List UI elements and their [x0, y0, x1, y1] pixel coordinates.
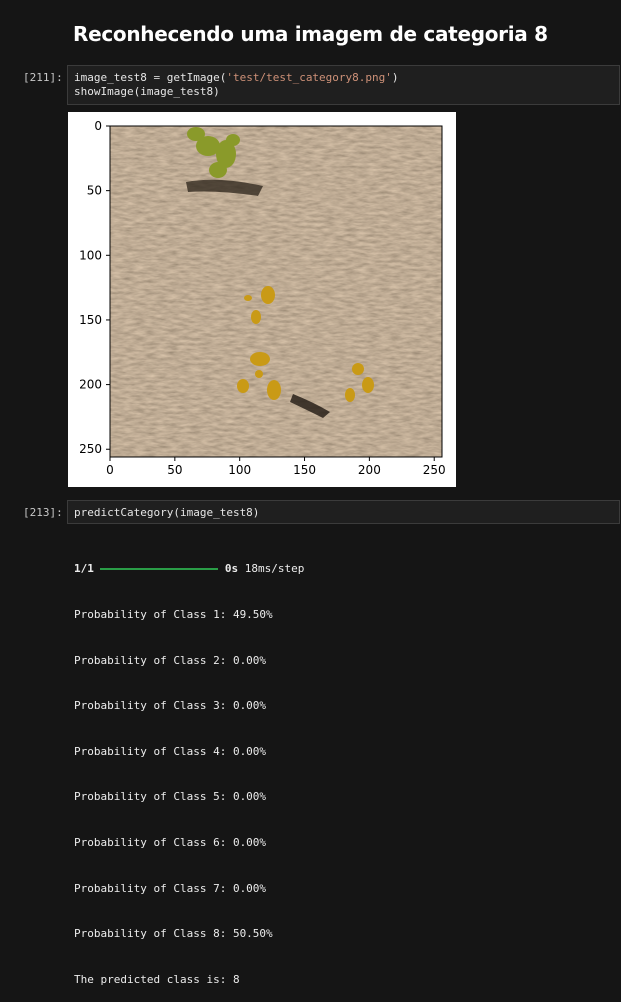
- code-cell-predict[interactable]: predictCategory(image_test8): [67, 500, 620, 524]
- output-line: Probability of Class 4: 0.00%: [74, 744, 267, 758]
- output-line: The predicted class is: 8: [74, 972, 240, 986]
- y-tick-label: 0: [94, 119, 102, 133]
- y-tick-label: 50: [87, 184, 102, 198]
- y-tick-label: 100: [79, 248, 102, 262]
- output-line: Probability of Class 1: 49.50%: [74, 608, 273, 622]
- image-plot-svg: 0 50 100 150 200 250 0 50 100 150 200 250: [79, 119, 446, 477]
- y-tick-label: 250: [79, 442, 102, 456]
- y-tick-label: 150: [79, 313, 102, 327]
- progress-bar: [99, 568, 218, 570]
- x-tick-label: 150: [293, 463, 316, 477]
- x-tick-label: 0: [106, 463, 114, 477]
- output-line: Probability of Class 7: 0.00%: [74, 881, 267, 895]
- image-plot-output: 0 50 100 150 200 250 0 50 100 150 200 250: [68, 112, 456, 487]
- progress-row: 1/1 0s 18ms/step: [74, 561, 304, 576]
- x-tick-label: 250: [423, 463, 446, 477]
- code-token: ): [391, 71, 399, 84]
- x-axis: 0 50 100 150 200 250: [106, 457, 446, 477]
- code-string: 'test/test_category8.png': [226, 71, 392, 84]
- code-token: =: [146, 71, 167, 84]
- code-cell-show-image[interactable]: image_test8 = getImage('test/test_catego…: [67, 65, 620, 105]
- x-tick-label: 50: [167, 463, 182, 477]
- output-line: Probability of Class 3: 0.00%: [74, 699, 267, 713]
- cell-prompt-213: [213]:: [23, 506, 63, 519]
- prediction-output: 1/1 0s 18ms/step Probability of Class 1: …: [74, 531, 304, 1002]
- code-token: image_test8: [74, 71, 147, 84]
- cell-prompt-211: [211]:: [23, 71, 63, 84]
- progress-count: 1/1: [74, 562, 94, 576]
- y-tick-label: 200: [79, 378, 102, 392]
- notebook-heading: Reconhecendo uma imagem de categoria 8: [73, 22, 548, 46]
- plotted-image: [110, 126, 442, 457]
- y-axis: 0 50 100 150 200 250: [79, 119, 110, 456]
- output-line: Probability of Class 2: 0.00%: [74, 653, 267, 667]
- output-line: Probability of Class 5: 0.00%: [74, 790, 267, 804]
- output-line: Probability of Class 8: 50.50%: [74, 927, 273, 941]
- progress-time: 0s: [224, 562, 239, 576]
- x-tick-label: 100: [228, 463, 251, 477]
- code-line: showImage(image_test8): [74, 85, 220, 98]
- output-line: Probability of Class 6: 0.00%: [74, 836, 267, 850]
- code-token: getImage(: [166, 71, 227, 84]
- x-tick-label: 200: [358, 463, 381, 477]
- code-line: predictCategory(image_test8): [74, 506, 260, 519]
- progress-step-space: [238, 561, 245, 576]
- progress-step: 18ms/step: [244, 562, 305, 576]
